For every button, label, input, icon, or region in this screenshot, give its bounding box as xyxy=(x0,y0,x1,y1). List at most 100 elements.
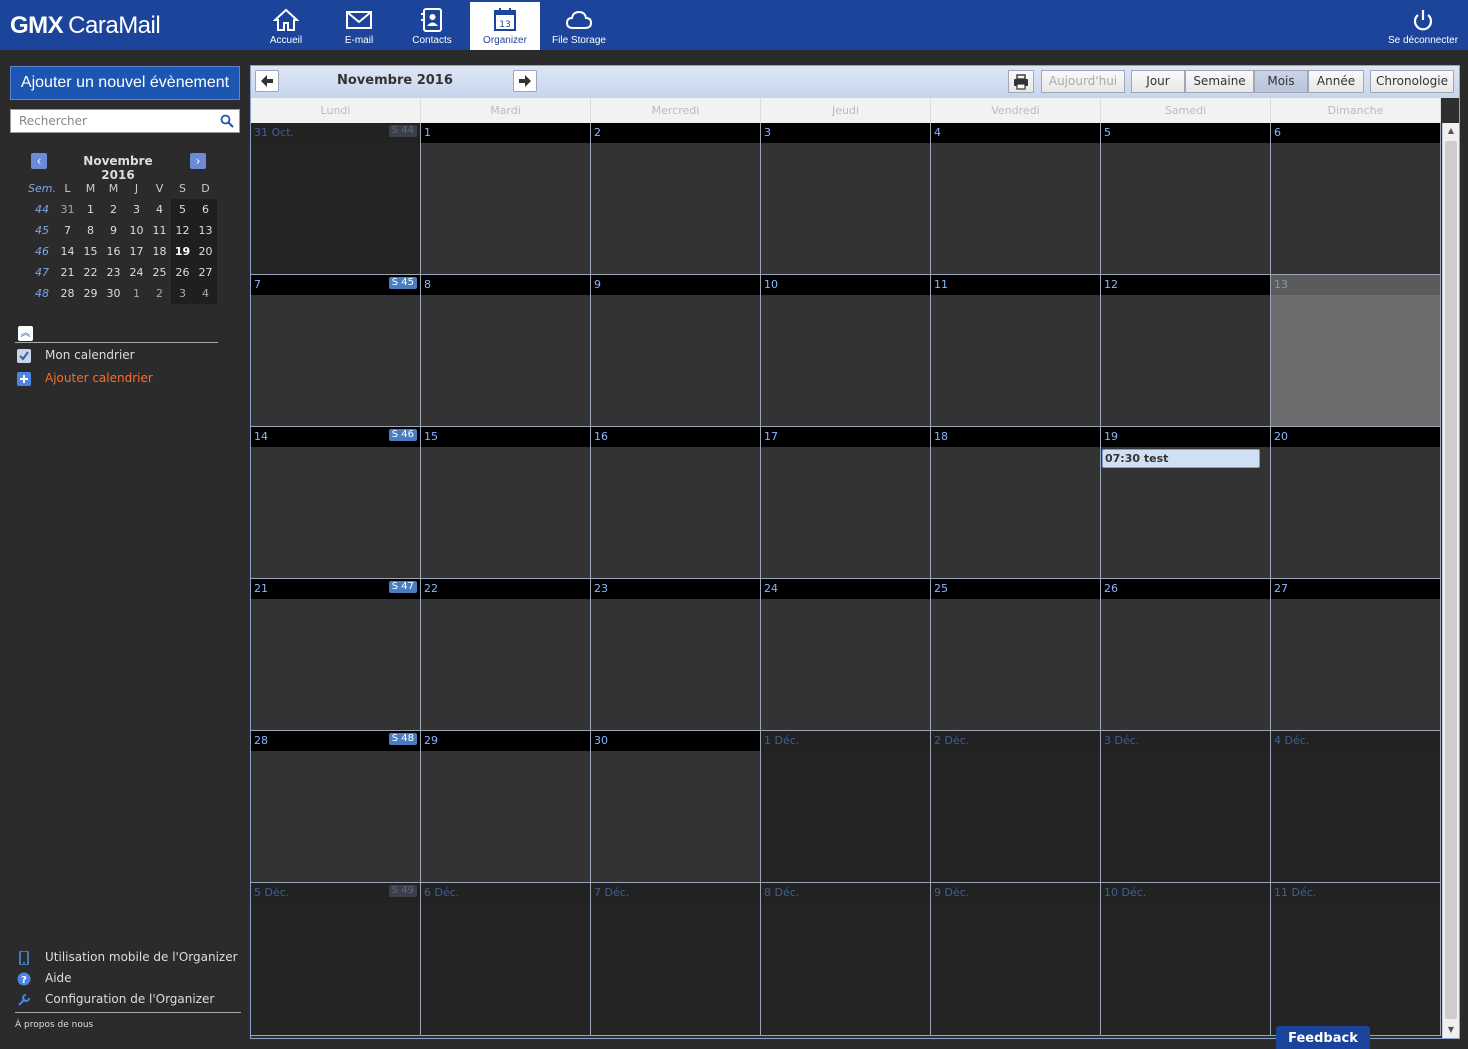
day-number[interactable]: 15 xyxy=(424,430,438,443)
mini-cal-day[interactable]: 12 xyxy=(170,220,194,241)
checkbox-checked-icon[interactable] xyxy=(17,349,31,363)
day-number[interactable]: 2 xyxy=(594,126,601,139)
day-cell[interactable]: 1 xyxy=(421,123,591,275)
day-number[interactable]: 9 Déc. xyxy=(934,886,969,899)
prev-month-button[interactable] xyxy=(255,70,279,92)
mini-cal-day[interactable]: 3 xyxy=(170,283,194,304)
day-number[interactable]: 21 xyxy=(254,582,268,595)
day-cell[interactable]: 8 xyxy=(421,275,591,427)
mini-cal-prev-button[interactable]: ‹ xyxy=(31,153,47,169)
mini-cal-day[interactable]: 2 xyxy=(148,283,171,304)
day-cell[interactable]: 2 Déc. xyxy=(931,731,1101,883)
mini-cal-day[interactable]: 5 xyxy=(170,199,194,220)
day-cell[interactable]: 3 Déc. xyxy=(1101,731,1271,883)
day-cell[interactable]: 11 xyxy=(931,275,1101,427)
mini-cal-week-number[interactable]: 48 xyxy=(28,283,56,304)
next-month-button[interactable] xyxy=(513,70,537,92)
day-cell[interactable]: 11 Déc. xyxy=(1271,883,1441,1036)
week-number-badge[interactable]: S 48 xyxy=(388,733,417,745)
day-cell[interactable]: 10 xyxy=(761,275,931,427)
day-cell[interactable]: 10 Déc. xyxy=(1101,883,1271,1036)
nav-accueil[interactable]: Accueil xyxy=(251,2,321,50)
mini-cal-day[interactable]: 11 xyxy=(148,220,171,241)
mini-cal-day[interactable]: 3 xyxy=(125,199,148,220)
day-number[interactable]: 1 Déc. xyxy=(764,734,799,747)
mini-cal-day[interactable]: 19 xyxy=(170,241,194,262)
day-cell[interactable]: 16 xyxy=(591,427,761,579)
mini-cal-day[interactable]: 28 xyxy=(56,283,79,304)
mini-cal-day[interactable]: 16 xyxy=(102,241,125,262)
day-cell[interactable]: 13 xyxy=(1271,275,1441,427)
day-cell[interactable]: 1 Déc. xyxy=(761,731,931,883)
calendar-scrollbar[interactable]: ▲ ▼ xyxy=(1442,123,1459,1038)
mini-cal-day[interactable]: 14 xyxy=(56,241,79,262)
view-month-button[interactable]: Mois xyxy=(1254,70,1308,93)
search-input[interactable] xyxy=(11,110,211,132)
mini-cal-day[interactable]: 20 xyxy=(193,241,217,262)
day-number[interactable]: 1 xyxy=(424,126,431,139)
day-number[interactable]: 10 xyxy=(764,278,778,291)
print-button[interactable] xyxy=(1008,70,1034,93)
day-number[interactable]: 16 xyxy=(594,430,608,443)
day-number[interactable]: 26 xyxy=(1104,582,1118,595)
day-number[interactable]: 23 xyxy=(594,582,608,595)
mini-cal-week-number[interactable]: 47 xyxy=(28,262,56,283)
mini-cal-day[interactable]: 22 xyxy=(79,262,102,283)
mini-cal-day[interactable]: 9 xyxy=(102,220,125,241)
day-cell[interactable]: 30 xyxy=(591,731,761,883)
day-cell[interactable]: 9 xyxy=(591,275,761,427)
day-number[interactable]: 7 xyxy=(254,278,261,291)
mini-cal-day[interactable]: 25 xyxy=(148,262,171,283)
day-number[interactable]: 29 xyxy=(424,734,438,747)
logout-button[interactable]: Se déconnecter xyxy=(1382,2,1464,50)
day-cell[interactable]: 22 xyxy=(421,579,591,731)
day-cell[interactable]: 21 S 47 xyxy=(251,579,421,731)
day-cell[interactable]: 5 Déc. S 49 xyxy=(251,883,421,1036)
mini-cal-day[interactable]: 15 xyxy=(79,241,102,262)
day-cell[interactable]: 27 xyxy=(1271,579,1441,731)
mini-cal-day[interactable]: 30 xyxy=(102,283,125,304)
day-cell[interactable]: 4 xyxy=(931,123,1101,275)
mini-cal-day[interactable]: 8 xyxy=(79,220,102,241)
day-cell[interactable]: 25 xyxy=(931,579,1101,731)
week-number-badge[interactable]: S 45 xyxy=(388,277,417,289)
day-number[interactable]: 8 Déc. xyxy=(764,886,799,899)
day-cell[interactable]: 12 xyxy=(1101,275,1271,427)
day-number[interactable]: 17 xyxy=(764,430,778,443)
day-cell[interactable]: 3 xyxy=(761,123,931,275)
search-icon[interactable] xyxy=(220,114,234,128)
day-cell[interactable]: 15 xyxy=(421,427,591,579)
week-number-badge[interactable]: S 44 xyxy=(388,125,417,137)
day-number[interactable]: 28 xyxy=(254,734,268,747)
day-cell[interactable]: 7 Déc. xyxy=(591,883,761,1036)
nav-file-storage[interactable]: File Storage xyxy=(544,2,614,50)
day-cell[interactable]: 4 Déc. xyxy=(1271,731,1441,883)
day-cell[interactable]: 14 S 46 xyxy=(251,427,421,579)
day-number[interactable]: 19 xyxy=(1104,430,1118,443)
day-number[interactable]: 5 Déc. xyxy=(254,886,289,899)
about-link[interactable]: À propos de nous xyxy=(15,1020,93,1030)
mini-cal-day[interactable]: 26 xyxy=(170,262,194,283)
day-number[interactable]: 3 Déc. xyxy=(1104,734,1139,747)
day-cell[interactable]: 26 xyxy=(1101,579,1271,731)
timeline-button[interactable]: Chronologie xyxy=(1370,70,1454,93)
mini-cal-day[interactable]: 4 xyxy=(193,283,217,304)
mini-cal-day[interactable]: 23 xyxy=(102,262,125,283)
day-number[interactable]: 6 xyxy=(1274,126,1281,139)
scroll-down-icon[interactable]: ▼ xyxy=(1443,1022,1459,1038)
day-cell[interactable]: 23 xyxy=(591,579,761,731)
day-cell[interactable]: 29 xyxy=(421,731,591,883)
view-week-button[interactable]: Semaine xyxy=(1185,70,1254,93)
mini-cal-day[interactable]: 7 xyxy=(56,220,79,241)
day-cell[interactable]: 6 xyxy=(1271,123,1441,275)
mini-cal-day[interactable]: 24 xyxy=(125,262,148,283)
week-number-badge[interactable]: S 49 xyxy=(388,885,417,897)
mini-cal-next-button[interactable]: › xyxy=(190,153,206,169)
day-cell[interactable]: 31 Oct. S 44 xyxy=(251,123,421,275)
day-number[interactable]: 7 Déc. xyxy=(594,886,629,899)
week-number-badge[interactable]: S 47 xyxy=(388,581,417,593)
day-cell[interactable]: 5 xyxy=(1101,123,1271,275)
day-cell[interactable]: 24 xyxy=(761,579,931,731)
mini-cal-day[interactable]: 10 xyxy=(125,220,148,241)
add-event-button[interactable]: Ajouter un nouvel évènement xyxy=(10,66,240,100)
